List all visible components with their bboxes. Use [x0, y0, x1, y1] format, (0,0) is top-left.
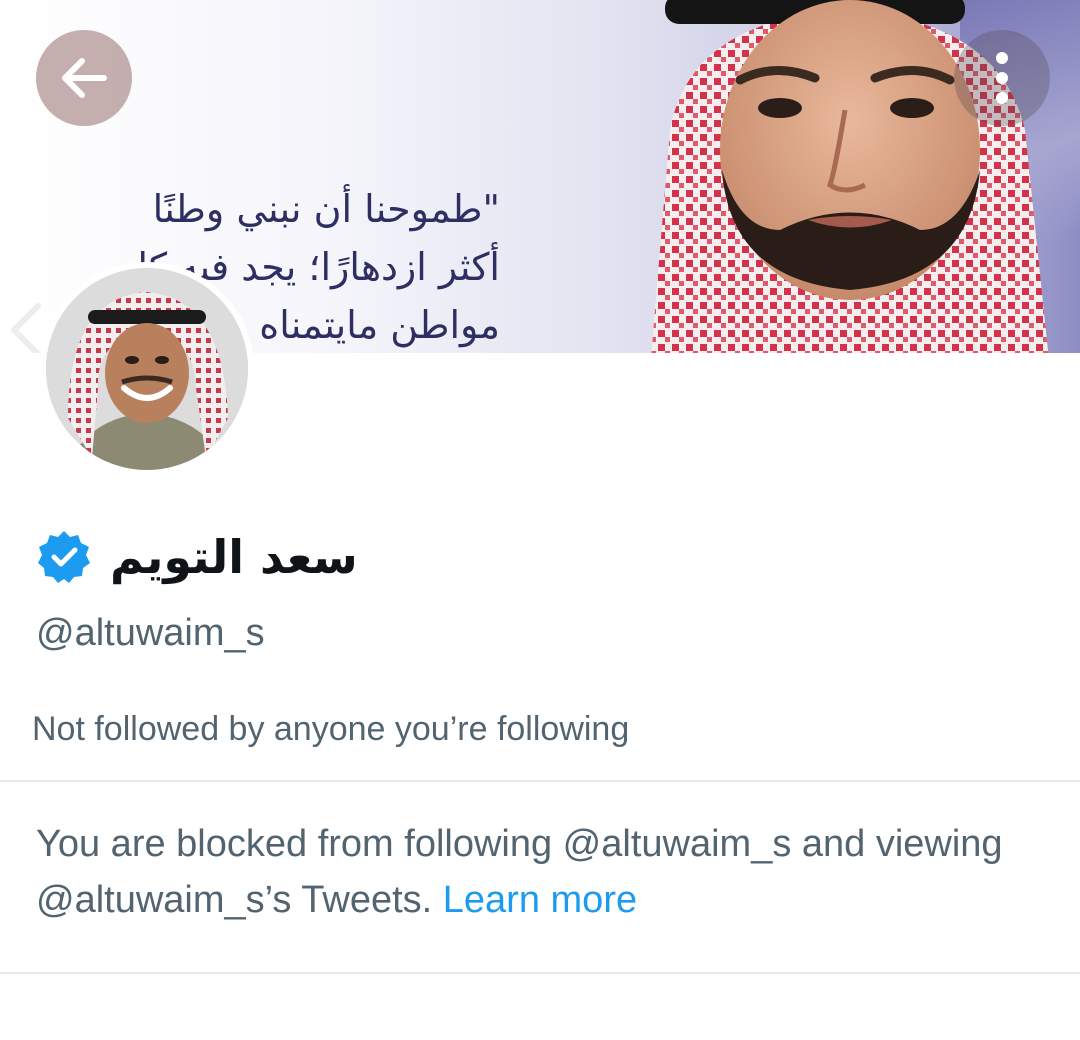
verified-badge-icon: [38, 531, 90, 583]
blocked-notice: You are blocked from following @altuwaim…: [36, 816, 1046, 928]
divider: [0, 780, 1080, 782]
avatar-image: [46, 268, 248, 470]
chevron-left-icon: [11, 303, 41, 353]
followers-you-know: Not followed by anyone you’re following: [32, 710, 630, 748]
profile-avatar[interactable]: [40, 262, 254, 476]
back-button[interactable]: [36, 30, 132, 126]
arrow-left-icon: [62, 58, 107, 98]
profile-page: "طموحنا أن نبني وطنًا أكثر ازدهارًا؛ يجد…: [0, 0, 1080, 1040]
banner-quote-line: "طموحنا أن نبني وطنًا: [152, 187, 500, 231]
display-name: سعد التويم: [110, 530, 358, 584]
learn-more-link[interactable]: Learn more: [443, 879, 637, 921]
more-vertical-icon: [996, 52, 1008, 104]
profile-name-row: سعد التويم: [36, 522, 358, 592]
divider: [0, 972, 1080, 974]
more-options-button[interactable]: [954, 30, 1050, 126]
profile-handle: @altuwaim_s: [36, 612, 265, 654]
